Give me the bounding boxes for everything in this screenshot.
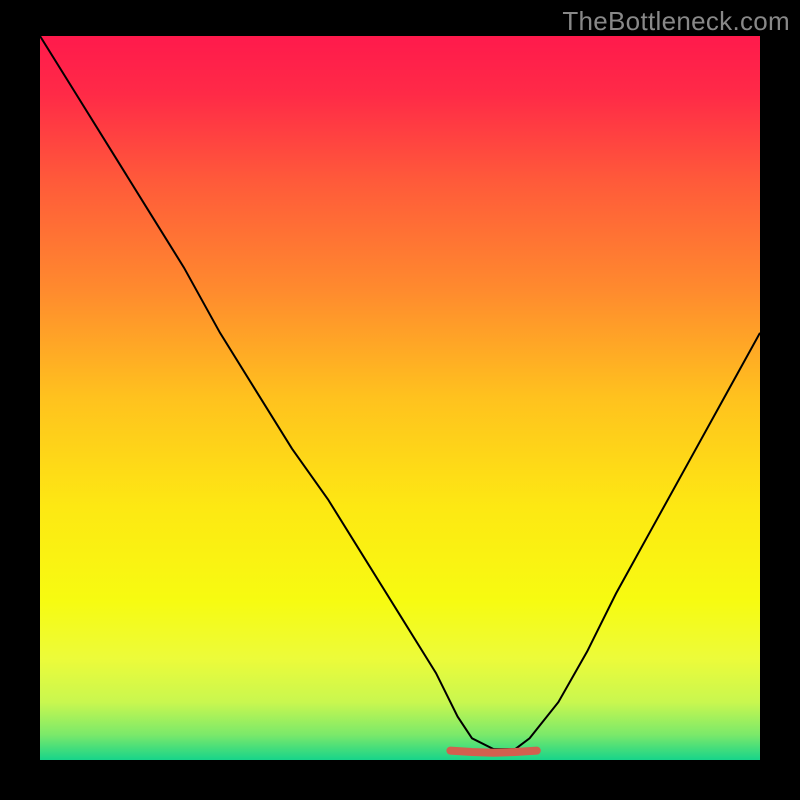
valley-accent-line (450, 751, 536, 753)
watermark-text: TheBottleneck.com (562, 6, 790, 37)
plot-background (40, 36, 760, 760)
chart-frame: TheBottleneck.com (0, 0, 800, 800)
bottleneck-chart (0, 0, 800, 800)
